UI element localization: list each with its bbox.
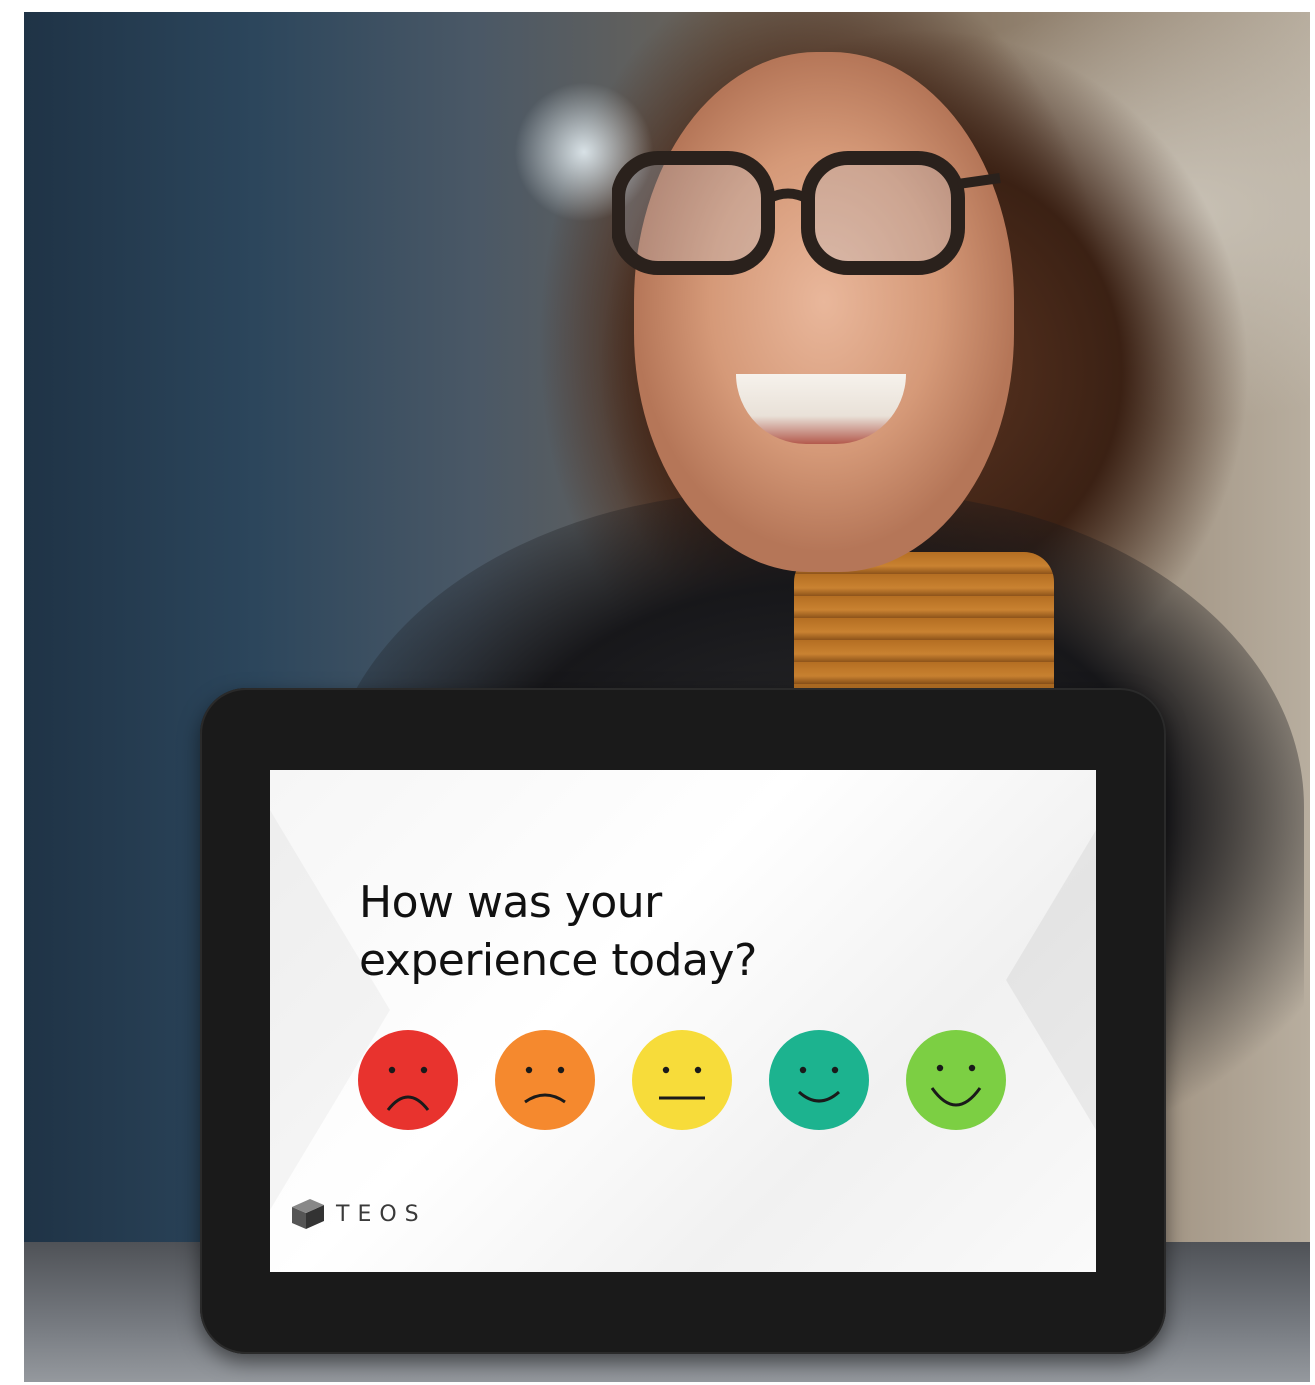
decorative-shape [1006, 830, 1096, 1130]
photo-glasses [612, 151, 1001, 275]
teos-cube-logo-icon [292, 1199, 324, 1229]
rating-face-fill [495, 1030, 595, 1130]
very-happy-face-icon [906, 1030, 1006, 1130]
decorative-shape [270, 810, 390, 1210]
question-line-2: experience today? [359, 935, 757, 986]
unhappy-face-button[interactable] [495, 1030, 595, 1130]
question-line-1: How was your [359, 877, 662, 928]
happy-face-icon [769, 1030, 869, 1130]
logo-text: TEOS [336, 1201, 427, 1227]
rating-face-fill [906, 1030, 1006, 1130]
unhappy-face-icon [495, 1030, 595, 1130]
rating-face-fill [632, 1030, 732, 1130]
tablet-screen: How was your experience today? TEOS [270, 770, 1096, 1272]
rating-face-fill [358, 1030, 458, 1130]
photo-face [634, 52, 1014, 572]
neutral-face-button[interactable] [632, 1030, 732, 1130]
happy-face-button[interactable] [769, 1030, 869, 1130]
very-unhappy-face-icon [358, 1030, 458, 1130]
survey-question: How was your experience today? [359, 874, 959, 990]
very-happy-face-button[interactable] [906, 1030, 1006, 1130]
rating-face-fill [769, 1030, 869, 1130]
teos-logo: TEOS [290, 1194, 427, 1234]
rating-faces [358, 1030, 1018, 1130]
very-unhappy-face-button[interactable] [358, 1030, 458, 1130]
neutral-face-icon [632, 1030, 732, 1130]
tablet-device: How was your experience today? TEOS [200, 688, 1166, 1354]
